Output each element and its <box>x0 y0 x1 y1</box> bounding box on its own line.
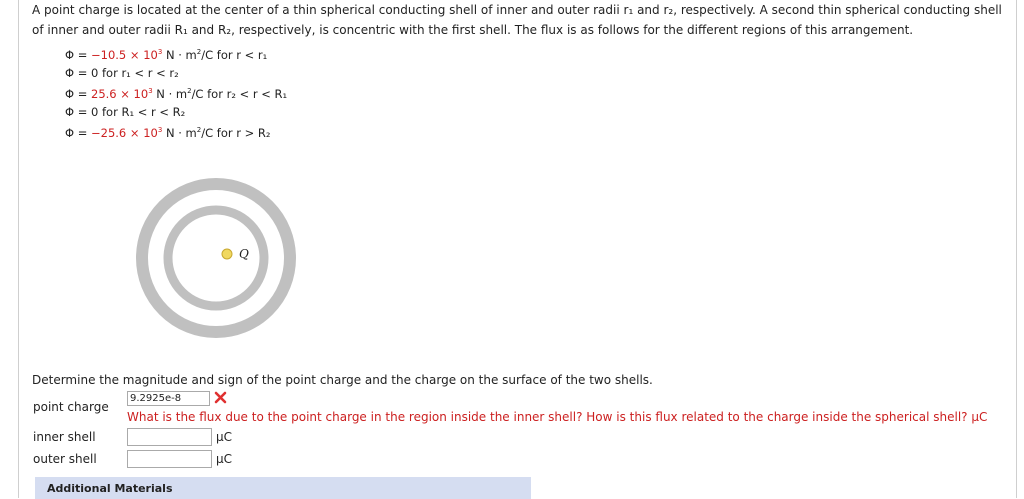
incorrect-x-icon <box>214 391 227 404</box>
flux-unit: N · m <box>162 48 197 62</box>
flux-symbol: Φ = <box>65 48 91 62</box>
flux-line: Φ = 0 for r₁ < r < r₂ <box>65 64 287 82</box>
flux-value: −25.6 × 10 <box>91 126 158 140</box>
flux-value: −10.5 × 10 <box>91 48 158 62</box>
intro-line-1: A point charge is located at the center … <box>32 3 1002 17</box>
outer-shell-input[interactable] <box>127 450 212 468</box>
inner-shell-label: inner shell <box>33 430 96 444</box>
outer-shell-label: outer shell <box>33 452 97 466</box>
flux-line: Φ = 25.6 × 103 N · m2/C for r₂ < r < R₁ <box>65 82 287 103</box>
feedback-hint: What is the flux due to the point charge… <box>127 410 988 424</box>
flux-line: Φ = −10.5 × 103 N · m2/C for r < r₁ <box>65 43 287 64</box>
question-text: Determine the magnitude and sign of the … <box>32 373 653 387</box>
flux-symbol: Φ = <box>65 87 91 101</box>
inner-shell-input[interactable] <box>127 428 212 446</box>
flux-symbol: Φ = <box>65 126 91 140</box>
flux-region: for R₁ < r < R₂ <box>98 105 186 119</box>
flux-unit-tail: /C <box>191 87 204 101</box>
flux-line: Φ = 0 for R₁ < r < R₂ <box>65 103 287 121</box>
concentric-shells-diagram: Q <box>136 178 296 338</box>
flux-list: Φ = −10.5 × 103 N · m2/C for r < r₁ Φ = … <box>65 43 287 142</box>
charge-label: Q <box>239 247 249 261</box>
inner-shell-unit: μC <box>216 430 233 444</box>
intro-line-2: of inner and outer radii R₁ and R₂, resp… <box>32 23 914 37</box>
flux-unit: N · m <box>152 87 188 101</box>
flux-line: Φ = −25.6 × 103 N · m2/C for r > R₂ <box>65 121 287 142</box>
outer-shell-unit: μC <box>216 452 233 466</box>
flux-unit-tail: /C <box>201 126 214 140</box>
point-charge-input[interactable] <box>127 391 210 406</box>
flux-symbol: Φ = <box>65 105 91 119</box>
inner-shell-ring <box>163 205 269 311</box>
problem-intro: A point charge is located at the center … <box>32 0 1007 40</box>
flux-region: for r > R₂ <box>213 126 271 140</box>
flux-unit: N · m <box>162 126 197 140</box>
point-charge-label: point charge <box>33 400 109 414</box>
flux-region: for r₁ < r < r₂ <box>98 66 179 80</box>
flux-region: for r < r₁ <box>213 48 268 62</box>
flux-value: 25.6 × 10 <box>91 87 149 101</box>
flux-region: for r₂ < r < R₁ <box>203 87 288 101</box>
flux-unit-tail: /C <box>201 48 214 62</box>
flux-symbol: Φ = <box>65 66 91 80</box>
point-charge-dot <box>221 248 233 260</box>
